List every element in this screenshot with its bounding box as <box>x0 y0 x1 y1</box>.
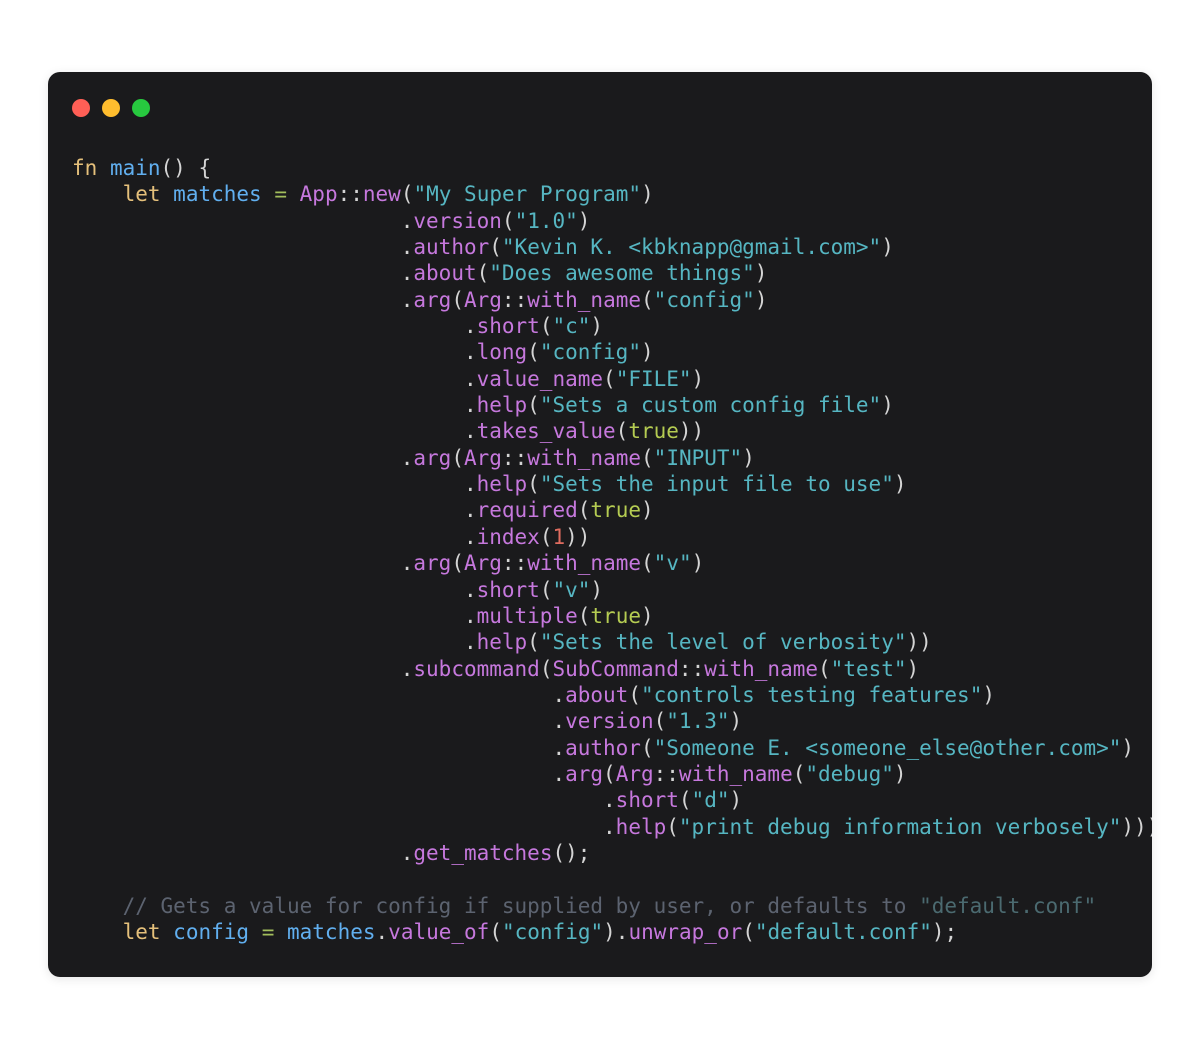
maximize-window-button[interactable] <box>132 99 150 117</box>
source-code-block[interactable]: fn main() { let matches = App::new("My S… <box>72 155 1152 945</box>
traffic-light-buttons <box>72 99 150 117</box>
minimize-window-button[interactable] <box>102 99 120 117</box>
code-window: fn main() { let matches = App::new("My S… <box>48 72 1152 977</box>
close-window-button[interactable] <box>72 99 90 117</box>
page-root: fn main() { let matches = App::new("My S… <box>0 0 1200 1054</box>
code-editor-area[interactable]: fn main() { let matches = App::new("My S… <box>48 138 1152 977</box>
window-titlebar <box>48 72 1152 138</box>
